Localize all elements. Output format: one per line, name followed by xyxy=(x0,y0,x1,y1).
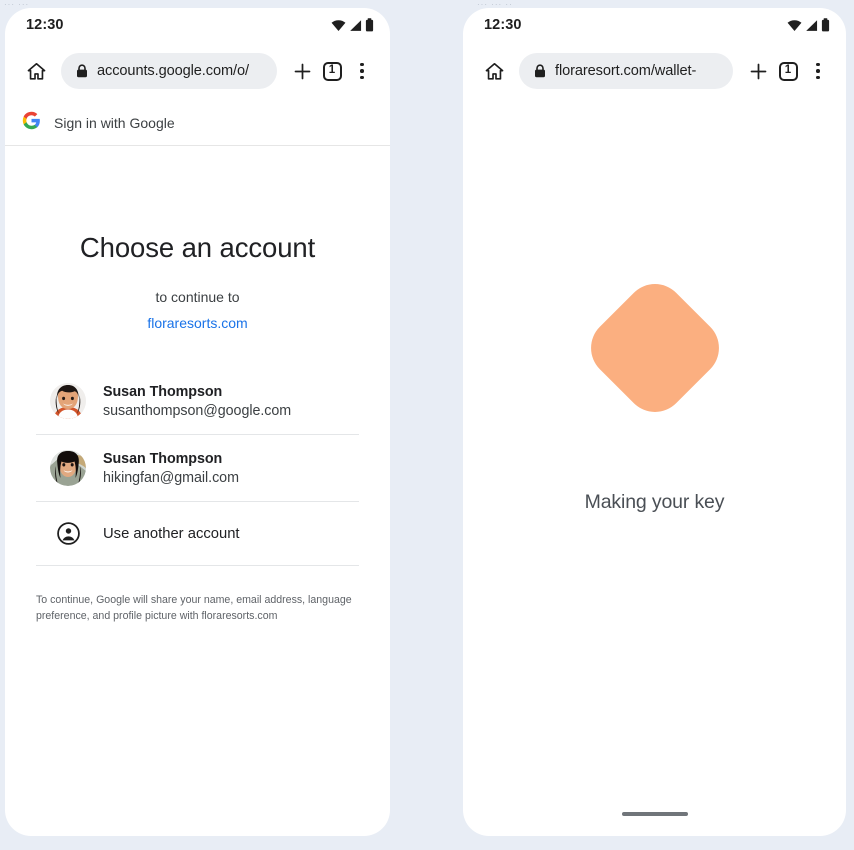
kebab-menu-icon[interactable] xyxy=(803,55,833,87)
account-email: hikingfan@gmail.com xyxy=(103,469,239,486)
continue-to-label: to continue to xyxy=(155,289,240,305)
plus-icon[interactable] xyxy=(287,55,317,87)
wifi-icon xyxy=(787,19,802,32)
google-g-logo xyxy=(22,111,41,135)
kebab-dots xyxy=(360,62,364,80)
account-name: Susan Thompson xyxy=(103,450,223,467)
consent-disclaimer: To continue, Google will share your name… xyxy=(36,594,352,622)
browser-toolbar-right: floraresort.com/wallet- 1 xyxy=(463,42,846,100)
key-graphic xyxy=(578,271,731,425)
cell-signal-icon xyxy=(349,19,362,32)
status-time: 12:30 xyxy=(484,17,522,33)
status-time: 12:30 xyxy=(26,17,64,33)
home-indicator-bar xyxy=(621,812,688,816)
lock-icon xyxy=(534,64,546,78)
account-email: susanthompson@google.com xyxy=(103,402,292,419)
home-icon[interactable] xyxy=(19,54,53,88)
screenshot-canvas: ··· ··· ··· ··· ·· 12:30 accounts.google… xyxy=(0,0,854,850)
tab-count-label: 1 xyxy=(322,61,342,81)
avatar xyxy=(50,383,86,419)
address-bar-left[interactable]: accounts.google.com/o/ xyxy=(61,53,277,89)
kebab-menu-icon[interactable] xyxy=(347,55,377,87)
tab-count-label: 1 xyxy=(778,61,798,81)
phone-frame-right: 12:30 floraresort.com/wallet- 1 Making y… xyxy=(463,8,846,836)
address-bar-right[interactable]: floraresort.com/wallet- xyxy=(519,53,733,89)
cell-signal-icon xyxy=(805,19,818,32)
google-signin-header: Sign in with Google xyxy=(5,100,390,146)
plus-icon[interactable] xyxy=(743,55,773,87)
status-icons xyxy=(787,18,830,32)
battery-icon xyxy=(821,18,830,32)
use-another-account-label: Use another account xyxy=(103,525,240,542)
battery-icon xyxy=(365,18,374,32)
url-text: accounts.google.com/o/ xyxy=(97,63,249,79)
account-name: Susan Thompson xyxy=(103,383,223,400)
avatar xyxy=(50,450,86,486)
wallet-content: Making your key xyxy=(463,100,846,836)
account-row[interactable]: Susan Thompson hikingfan@gmail.com xyxy=(36,435,359,502)
tab-counter-button[interactable]: 1 xyxy=(773,55,803,87)
phone-frame-left: 12:30 accounts.google.com/o/ 1 Sign in w… xyxy=(5,8,390,836)
signin-header-label: Sign in with Google xyxy=(54,114,175,131)
target-domain-link[interactable]: floraresorts.com xyxy=(36,315,359,331)
lock-icon xyxy=(76,64,88,78)
wallet-status-text: Making your key xyxy=(584,491,725,513)
wifi-icon xyxy=(331,19,346,32)
account-row[interactable]: Susan Thompson susanthompson@google.com xyxy=(36,367,359,435)
url-text: floraresort.com/wallet- xyxy=(555,63,697,79)
status-icons xyxy=(331,18,374,32)
page-title: Choose an account xyxy=(79,232,316,263)
home-icon[interactable] xyxy=(477,54,511,88)
tab-counter-button[interactable]: 1 xyxy=(317,55,347,87)
status-bar-right: 12:30 xyxy=(463,8,846,42)
account-text: Susan Thompson hikingfan@gmail.com xyxy=(103,451,239,486)
account-text: Susan Thompson susanthompson@google.com xyxy=(103,384,291,419)
browser-toolbar-left: accounts.google.com/o/ 1 xyxy=(5,42,390,100)
account-circle-icon xyxy=(50,521,86,546)
status-bar-left: 12:30 xyxy=(5,8,390,42)
use-another-account-row[interactable]: Use another account xyxy=(36,502,359,566)
signin-content: Choose an account to continue to florare… xyxy=(5,232,390,625)
kebab-dots xyxy=(816,62,820,80)
account-list: Susan Thompson susanthompson@google.com xyxy=(36,367,359,566)
